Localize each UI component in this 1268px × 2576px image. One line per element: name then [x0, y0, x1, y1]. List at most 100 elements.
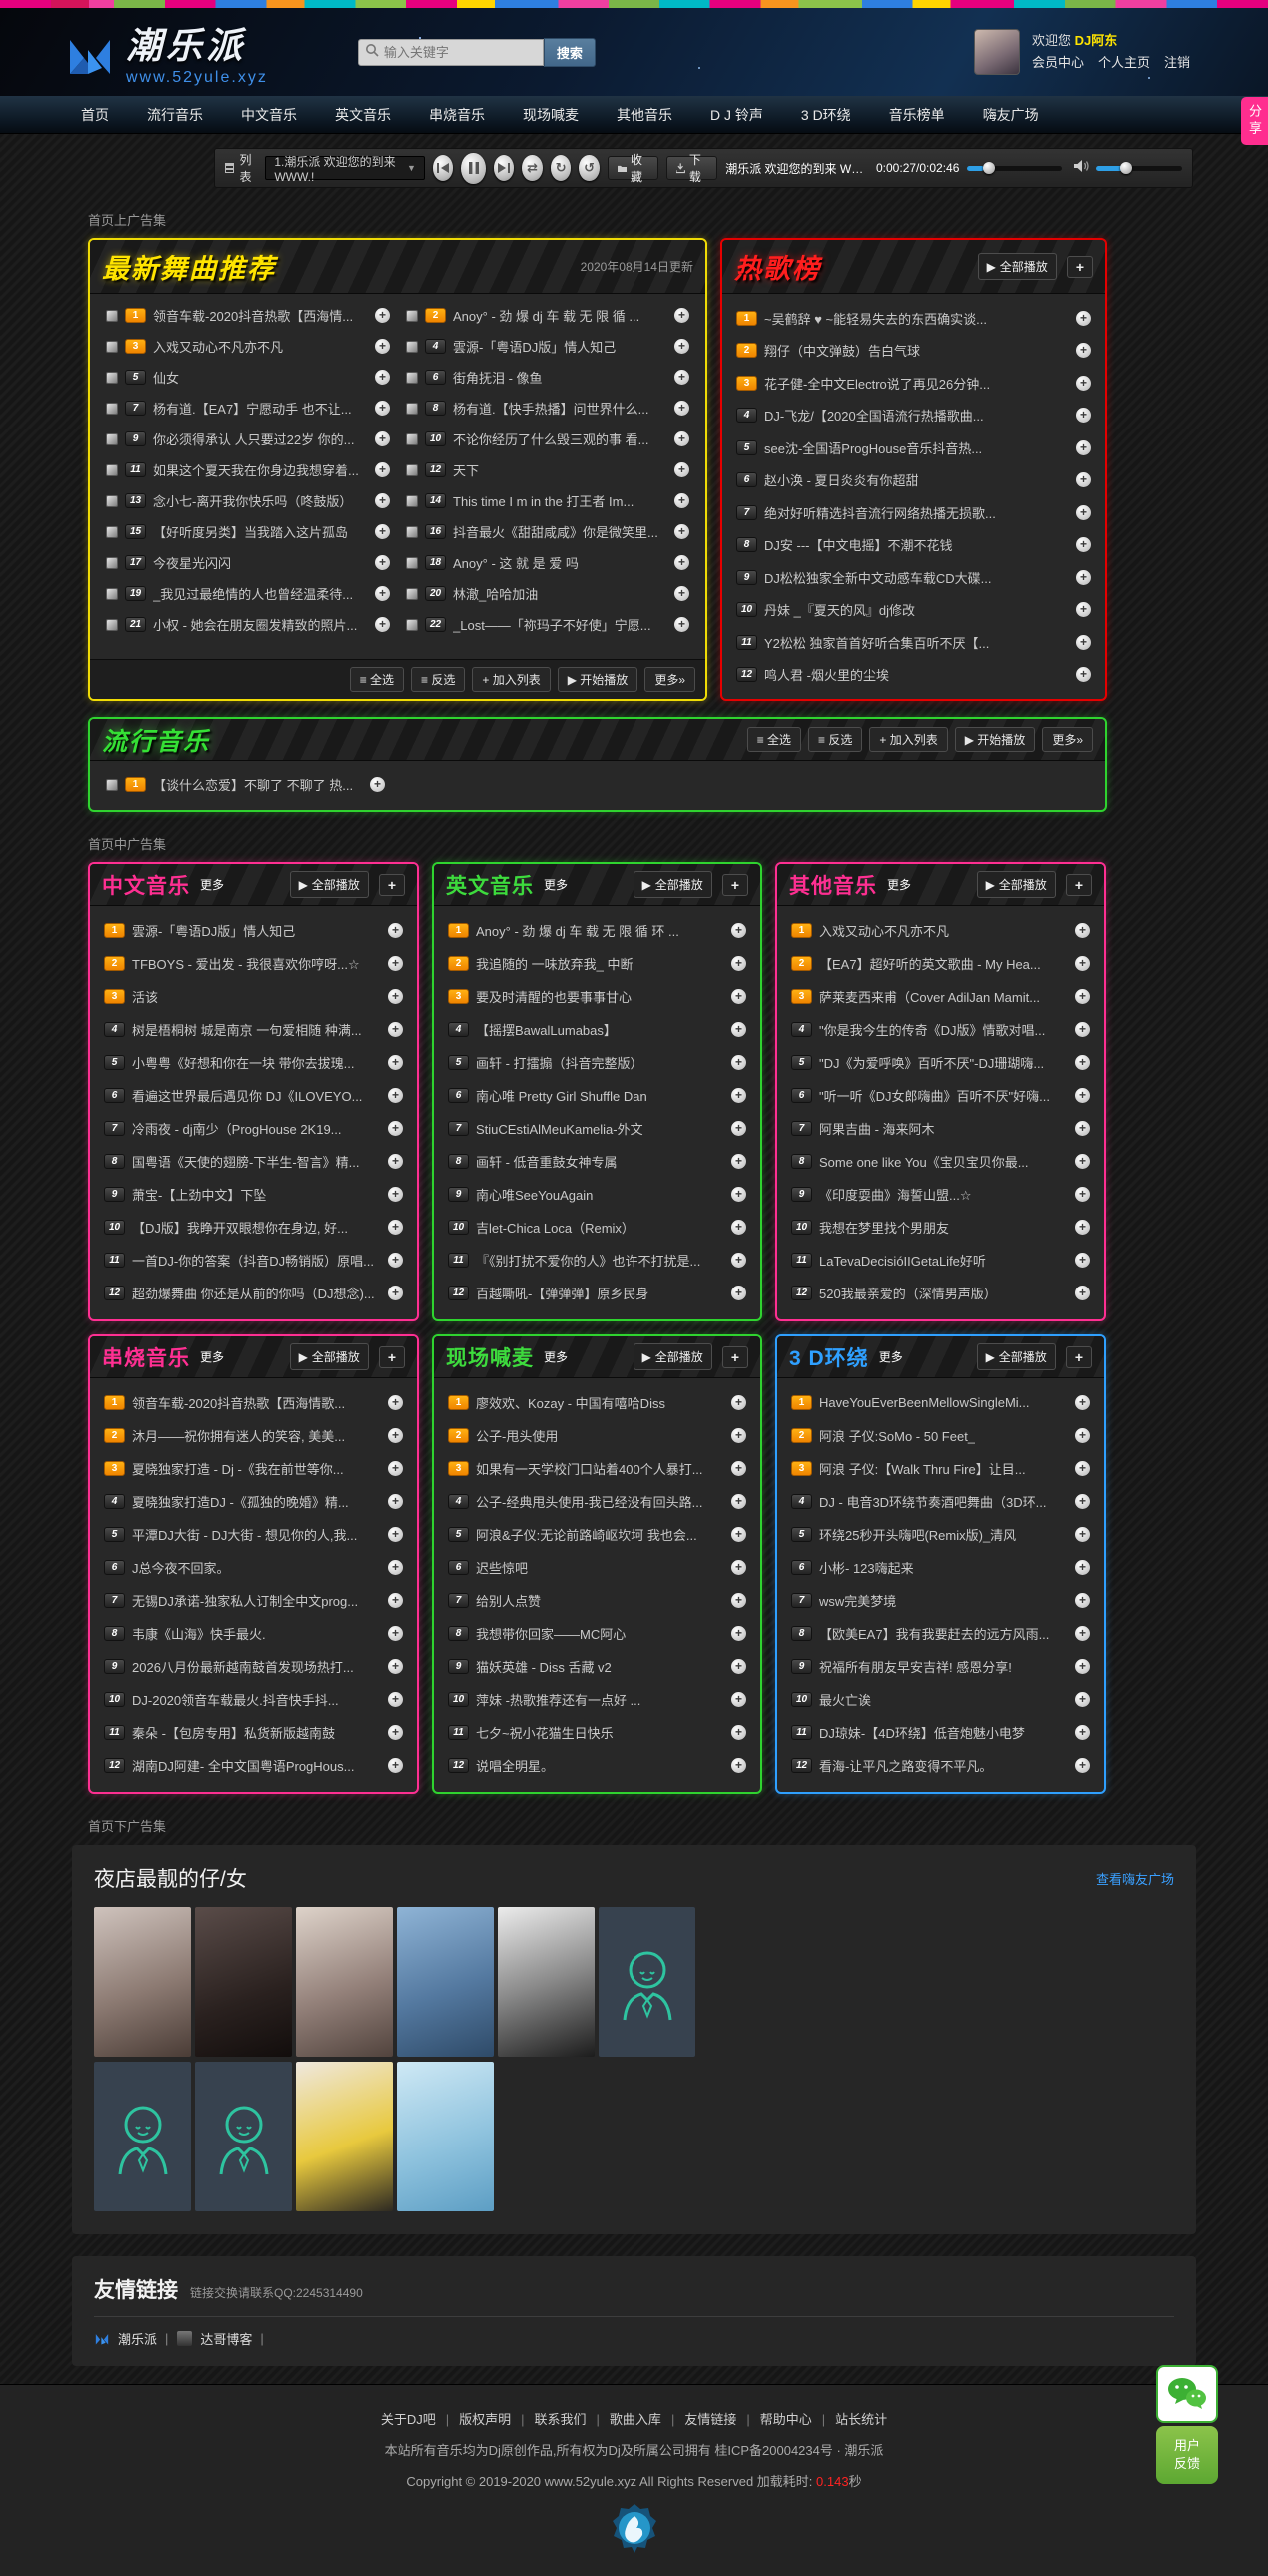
- add-track-button[interactable]: +: [731, 1088, 746, 1103]
- add-track-button[interactable]: +: [731, 1593, 746, 1608]
- track-title[interactable]: Anoy° - 这 就 是 爱 吗: [453, 553, 579, 572]
- track-title[interactable]: 杨有道.【EA7】宁愿动手 也不让...: [153, 399, 352, 418]
- more-link[interactable]: 更多: [887, 876, 911, 893]
- add-track-button[interactable]: +: [1076, 667, 1091, 682]
- friend-link[interactable]: 达哥博客: [200, 2329, 252, 2348]
- add-track-button[interactable]: +: [388, 1088, 403, 1103]
- search-input[interactable]: [384, 45, 524, 60]
- add-track-button[interactable]: +: [388, 1253, 403, 1268]
- wechat-icon[interactable]: [1156, 2365, 1218, 2423]
- nav-item[interactable]: 其他音乐: [600, 105, 689, 125]
- nav-item[interactable]: 中文音乐: [224, 105, 314, 125]
- track-checkbox[interactable]: [106, 372, 118, 384]
- track-title[interactable]: TFBOYS - 爱出发 - 我很喜欢你哼呀...☆: [132, 954, 360, 973]
- search-button[interactable]: 搜索: [544, 38, 596, 67]
- track-title[interactable]: 超劲爆舞曲 你还是从前的你吗（DJ想念)...: [132, 1284, 375, 1302]
- track-checkbox[interactable]: [406, 495, 418, 507]
- track-title[interactable]: 抖音最火《甜甜咸咸》你是微笑里...: [453, 522, 658, 541]
- track-title[interactable]: 【摇摆BawalLumabas】: [476, 1020, 617, 1039]
- download-button[interactable]: 下载: [666, 156, 717, 180]
- add-all-button[interactable]: +: [1066, 1346, 1092, 1368]
- nav-item[interactable]: 现场喊麦: [506, 105, 596, 125]
- add-track-button[interactable]: +: [375, 555, 390, 570]
- add-track-button[interactable]: +: [731, 1253, 746, 1268]
- track-title[interactable]: 入戏又动心不凡亦不凡: [819, 921, 949, 940]
- start-play-button[interactable]: ▶ 开始播放: [558, 667, 638, 692]
- add-track-button[interactable]: +: [1075, 1593, 1090, 1608]
- more-link[interactable]: 更多: [879, 1348, 903, 1365]
- track-title[interactable]: 我追随的 一味放弃我_ 中断: [476, 954, 633, 973]
- pause-button[interactable]: [461, 153, 485, 184]
- add-track-button[interactable]: +: [388, 1461, 403, 1476]
- add-track-button[interactable]: +: [1076, 343, 1091, 358]
- track-title[interactable]: 阿果吉曲 - 海来阿木: [819, 1119, 935, 1138]
- track-title[interactable]: 要及时清醒的也要事事甘心: [476, 987, 632, 1006]
- add-track-button[interactable]: +: [1076, 440, 1091, 455]
- track-title[interactable]: 小权 - 她会在朋友圈发精致的照片...: [153, 615, 357, 634]
- track-title[interactable]: J总今夜不回家。: [132, 1558, 230, 1577]
- add-to-list-button[interactable]: + 加入列表: [472, 667, 550, 692]
- track-title[interactable]: DJ安 ---【中文电摇】不潮不花钱: [764, 535, 953, 554]
- add-track-button[interactable]: +: [1076, 570, 1091, 585]
- user-avatar[interactable]: [974, 29, 1020, 75]
- username[interactable]: DJ阿东: [1075, 33, 1118, 48]
- track-checkbox[interactable]: [106, 341, 118, 353]
- add-all-button[interactable]: +: [722, 1346, 748, 1368]
- volume-icon[interactable]: [1074, 159, 1090, 178]
- more-button[interactable]: 更多»: [1042, 727, 1093, 752]
- track-title[interactable]: DJ松松独家全新中文动感车载CD大碟...: [764, 568, 992, 587]
- track-title[interactable]: DJ琼妹-【4D环绕】低音炮魅小电梦: [819, 1723, 1025, 1742]
- add-track-button[interactable]: +: [375, 308, 390, 323]
- track-title[interactable]: 猫妖英雄 - Diss 舌藏 v2: [476, 1657, 612, 1676]
- add-track-button[interactable]: +: [375, 524, 390, 539]
- play-all-button[interactable]: ▶全部播放: [290, 871, 369, 898]
- add-track-button[interactable]: +: [388, 1659, 403, 1674]
- more-link[interactable]: 更多: [200, 1348, 224, 1365]
- track-title[interactable]: 你必须得承认 人只要过22岁 你的...: [153, 429, 355, 448]
- add-track-button[interactable]: +: [1075, 1022, 1090, 1037]
- track-title[interactable]: 【谈什么恋爱】不聊了 不聊了 热...: [153, 775, 353, 794]
- volume-slider[interactable]: [1096, 166, 1182, 171]
- add-track-button[interactable]: +: [731, 1187, 746, 1202]
- track-checkbox[interactable]: [106, 464, 118, 476]
- more-link[interactable]: 更多: [200, 876, 224, 893]
- add-track-button[interactable]: +: [731, 1220, 746, 1235]
- track-title[interactable]: _Lost——「祢玛子不好使」宁愿...: [453, 615, 651, 634]
- favorite-button[interactable]: 收藏: [608, 156, 659, 180]
- track-title[interactable]: 给别人点赞: [476, 1591, 541, 1610]
- add-track-button[interactable]: +: [731, 989, 746, 1004]
- track-title[interactable]: 绝对好听精选抖音流行网络热播无损歌...: [764, 503, 996, 522]
- add-track-button[interactable]: +: [388, 989, 403, 1004]
- add-track-button[interactable]: +: [1075, 1494, 1090, 1509]
- track-title[interactable]: 杨有道.【快手热播】问世界什么...: [453, 399, 648, 418]
- track-title[interactable]: 『《别打扰不爱你的人》也许不打扰是...: [476, 1251, 700, 1270]
- track-title[interactable]: 萨莱麦西来甫（Cover AdilJan Mamit...: [819, 987, 1040, 1006]
- track-title[interactable]: DJ-2020领音车载最火.抖音快手抖...: [132, 1690, 339, 1709]
- track-title[interactable]: 冷雨夜 - dj南少（ProgHouse 2K19...: [132, 1119, 342, 1138]
- track-title[interactable]: 一首DJ-你的答案（抖音DJ畅销版）原唱...: [132, 1251, 374, 1270]
- add-track-button[interactable]: +: [731, 1055, 746, 1070]
- track-title[interactable]: 赵小涣 - 夏日炎炎有你超甜: [764, 470, 919, 489]
- add-track-button[interactable]: +: [388, 1286, 403, 1300]
- friend-link[interactable]: 潮乐派: [118, 2329, 157, 2348]
- track-title[interactable]: 如果这个夏天我在你身边我想穿着...: [153, 460, 359, 479]
- track-title[interactable]: 廖效欢、Kozay - 中国有嘻哈Diss: [476, 1393, 665, 1412]
- add-track-button[interactable]: +: [1075, 1286, 1090, 1300]
- footer-link[interactable]: 站长统计: [835, 2412, 887, 2427]
- track-title[interactable]: 湖南DJ阿建- 全中文国粤语ProgHous...: [132, 1756, 354, 1775]
- add-track-button[interactable]: +: [388, 923, 403, 938]
- track-title[interactable]: 雲源-「粤语DJ版」情人知己: [132, 921, 295, 940]
- track-title[interactable]: 七夕~祝小花猫生日快乐: [476, 1723, 614, 1742]
- add-track-button[interactable]: +: [674, 555, 689, 570]
- feedback-button[interactable]: 用户 反馈: [1156, 2426, 1218, 2484]
- play-all-button[interactable]: ▶全部播放: [977, 1343, 1056, 1370]
- member-photo-tile[interactable]: [397, 1907, 494, 2057]
- nav-item[interactable]: 3 D环绕: [784, 105, 868, 125]
- member-photo-tile[interactable]: [296, 2062, 393, 2211]
- track-title[interactable]: 街角抚泪 - 像鱼: [453, 368, 543, 387]
- track-title[interactable]: 树是梧桐树 城是南京 一句爱相随 种满...: [132, 1020, 362, 1039]
- add-track-button[interactable]: +: [1076, 408, 1091, 423]
- add-track-button[interactable]: +: [674, 370, 689, 385]
- invert-select-button[interactable]: ≡ 反选: [411, 667, 465, 692]
- track-checkbox[interactable]: [106, 619, 118, 631]
